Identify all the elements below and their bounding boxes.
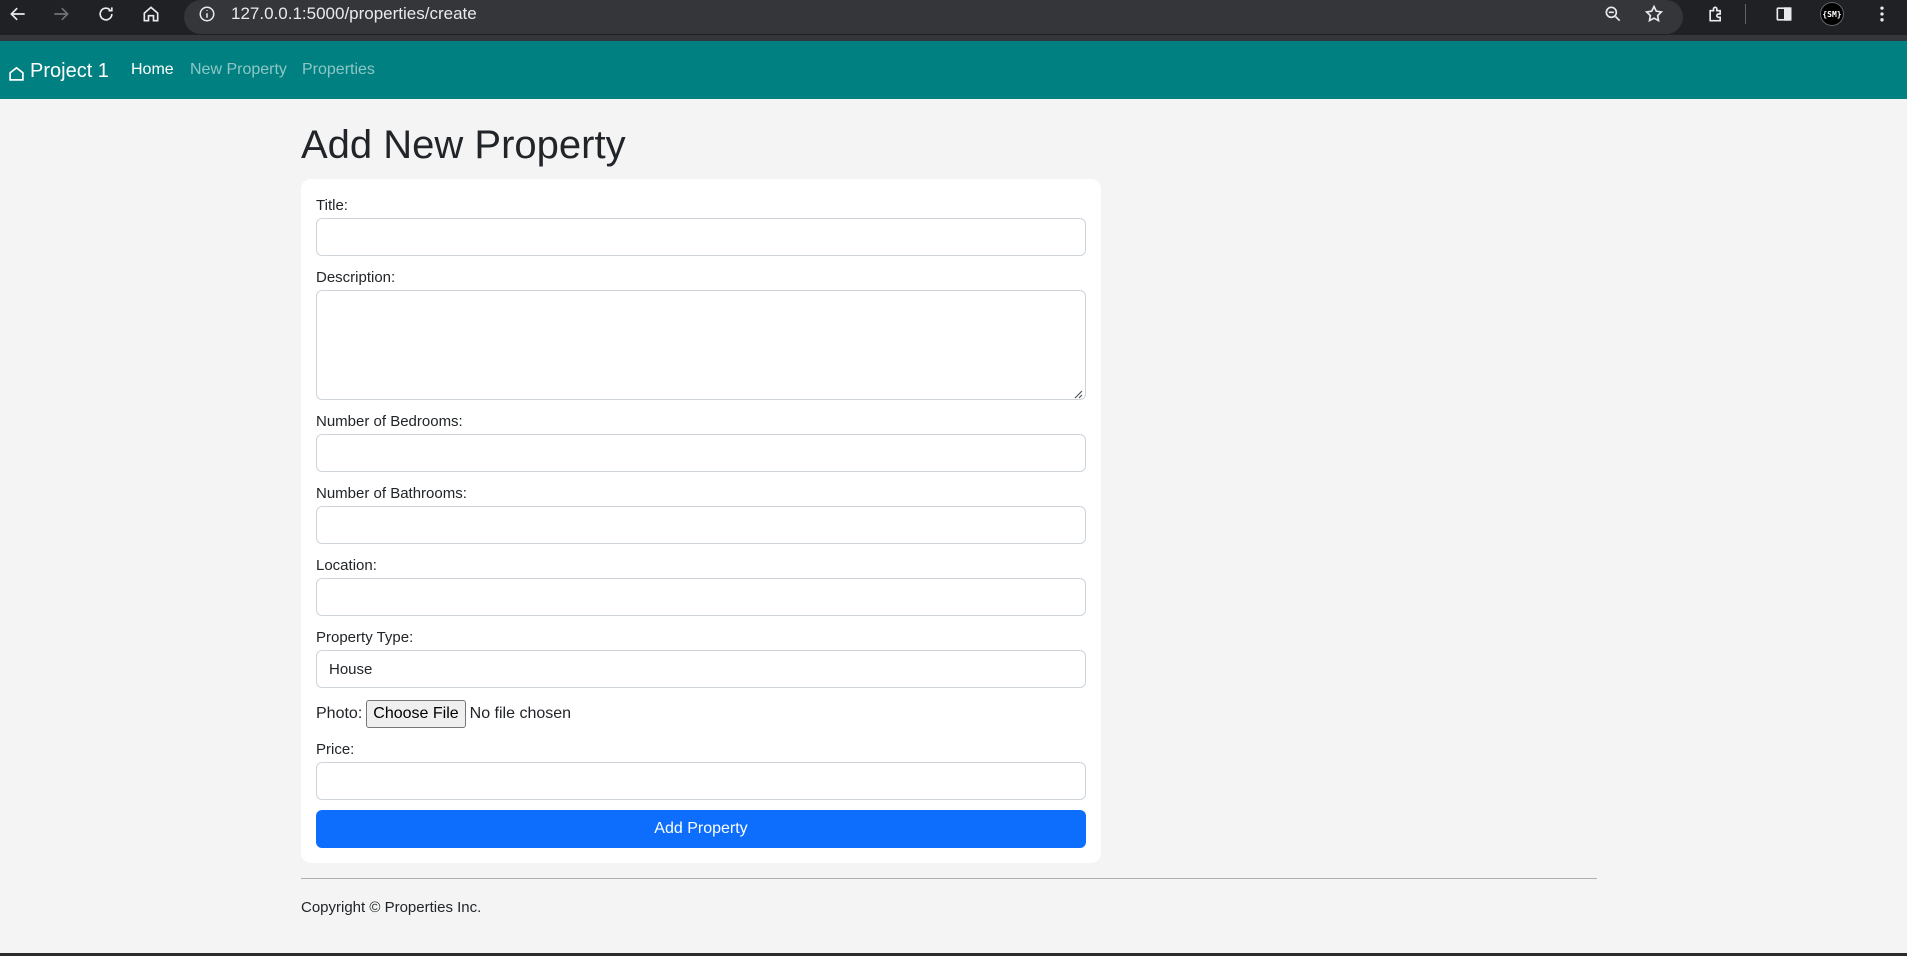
footer-copyright: Copyright © Properties Inc.: [301, 899, 482, 916]
property-type-label: Property Type:: [316, 629, 414, 646]
extensions-icon[interactable]: [1698, 0, 1734, 28]
zoom-icon[interactable]: [1595, 0, 1631, 28]
star-icon[interactable]: [1636, 0, 1672, 28]
reload-icon[interactable]: [88, 0, 124, 28]
bedrooms-input[interactable]: [316, 434, 1086, 472]
photo-label: Photo:: [316, 705, 363, 722]
page-title: Add New Property: [301, 123, 626, 167]
choose-file-button[interactable]: Choose File: [366, 700, 466, 728]
add-property-button[interactable]: Add Property: [316, 810, 1086, 848]
navbar: Project 1 Home New Property Properties: [0, 41, 1907, 99]
back-icon[interactable]: [0, 0, 36, 28]
location-label: Location:: [316, 557, 377, 574]
description-textarea[interactable]: [316, 290, 1086, 400]
profile-avatar[interactable]: {SM}: [1820, 2, 1844, 26]
home-icon[interactable]: [133, 0, 169, 28]
location-input[interactable]: [316, 578, 1086, 616]
title-input[interactable]: [316, 218, 1086, 256]
resize-grip-icon[interactable]: [1072, 388, 1083, 399]
toolbar-divider: [1745, 4, 1746, 24]
price-input[interactable]: [316, 762, 1086, 800]
nav-link-new-property[interactable]: New Property: [190, 61, 287, 79]
bathrooms-label: Number of Bathrooms:: [316, 485, 467, 502]
menu-icon[interactable]: [1864, 0, 1900, 28]
property-type-value: House: [329, 660, 373, 678]
price-label: Price:: [316, 741, 355, 758]
bathrooms-input[interactable]: [316, 506, 1086, 544]
title-label: Title:: [316, 197, 348, 214]
brand-link[interactable]: Project 1: [8, 58, 109, 84]
photo-row: Photo: Choose File No file chosen: [316, 700, 571, 728]
description-label: Description:: [316, 269, 396, 286]
forward-icon[interactable]: [43, 0, 79, 28]
property-type-select[interactable]: House: [316, 650, 1086, 688]
side-panel-icon[interactable]: [1766, 0, 1802, 28]
bedrooms-label: Number of Bedrooms:: [316, 413, 463, 430]
info-icon[interactable]: [196, 3, 218, 25]
house-icon: [9, 66, 24, 81]
footer-divider: [301, 878, 1597, 879]
nav-link-properties[interactable]: Properties: [302, 61, 375, 79]
url-text[interactable]: 127.0.0.1:5000/properties/create: [231, 4, 477, 24]
file-status: No file chosen: [469, 705, 572, 722]
nav-link-home[interactable]: Home: [131, 61, 174, 79]
brand-label: Project 1: [30, 59, 109, 82]
